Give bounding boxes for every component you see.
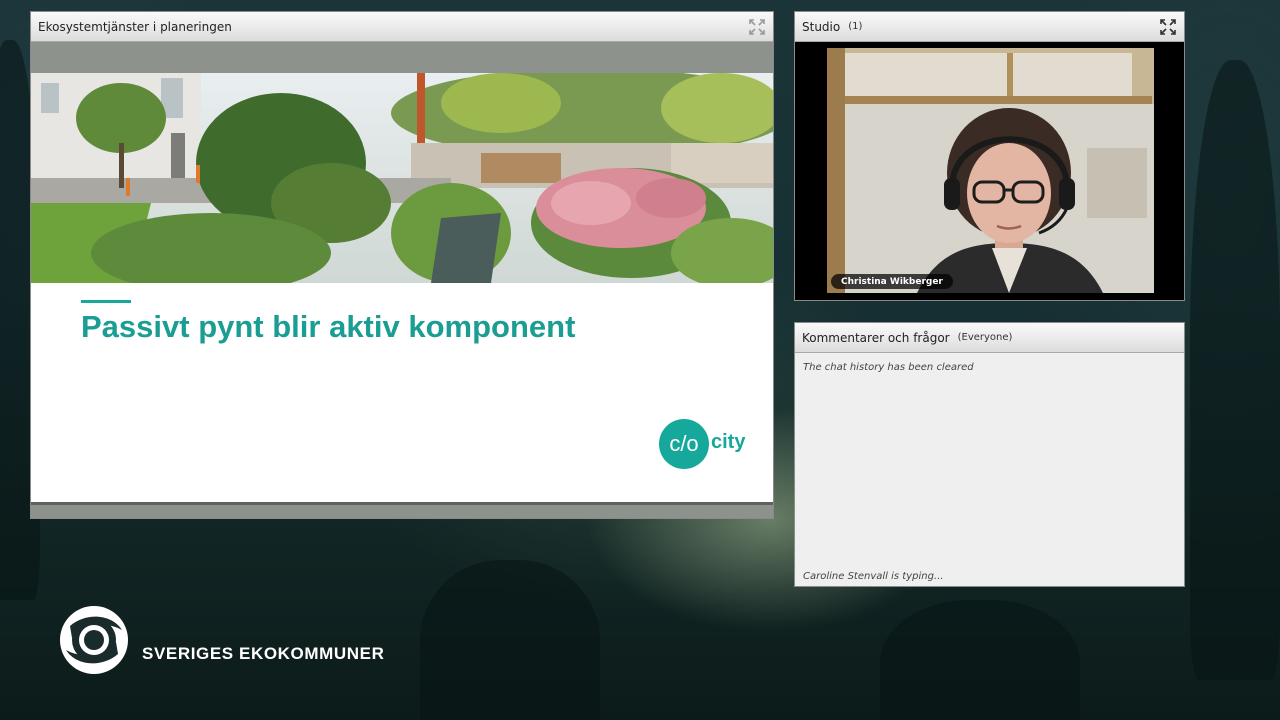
background-tree [420,560,600,720]
chat-history-message: The chat history has been cleared [803,362,974,373]
chat-pod-title: Kommentarer och frågor [802,330,950,345]
share-pod-header: Ekosystemtjänster i planeringen [31,12,773,42]
background-tree [1190,60,1280,680]
webcam-video[interactable]: Christina Wikberger [827,48,1154,293]
slide-title: Passivt pynt blir aktiv komponent [81,309,576,344]
studio-pod-title: Studio [802,19,841,34]
ekokommuner-emblem-icon [60,606,128,674]
chat-pod-header: Kommentarer och frågor (Everyone) [795,323,1184,353]
presentation-slide: Passivt pynt blir aktiv komponent c/o ci… [31,73,773,502]
co-city-logo: c/o city [659,419,749,471]
slide-shadow [31,502,773,505]
organization-name: SVERIGES EKOKOMMUNER [142,644,385,663]
share-pod: Ekosystemtjänster i planeringen Passivt … [30,11,774,519]
chat-scope-selector[interactable]: (Everyone) [958,332,1013,343]
maximize-icon[interactable] [1159,18,1177,36]
participant-count: (1) [848,21,863,32]
typing-indicator: Caroline Stenvall is typing... [803,571,944,582]
background-tree [880,600,1080,720]
studio-pod: Studio (1) Christina Wikberger [794,11,1185,301]
presenter-name-tag: Christina Wikberger [831,274,953,289]
co-city-logo-word: city [711,431,746,453]
maximize-icon[interactable] [748,18,766,36]
studio-pod-header: Studio (1) [795,12,1184,42]
chat-pod: Kommentarer och frågor (Everyone) The ch… [794,322,1185,587]
co-city-logo-symbol: c/o [659,419,709,469]
slide-accent-line [81,300,131,303]
slide-photo [31,73,773,283]
sveriges-ekokommuner-logo: SVERIGES EKOKOMMUNER [56,604,396,676]
share-pod-title: Ekosystemtjänster i planeringen [38,19,232,34]
